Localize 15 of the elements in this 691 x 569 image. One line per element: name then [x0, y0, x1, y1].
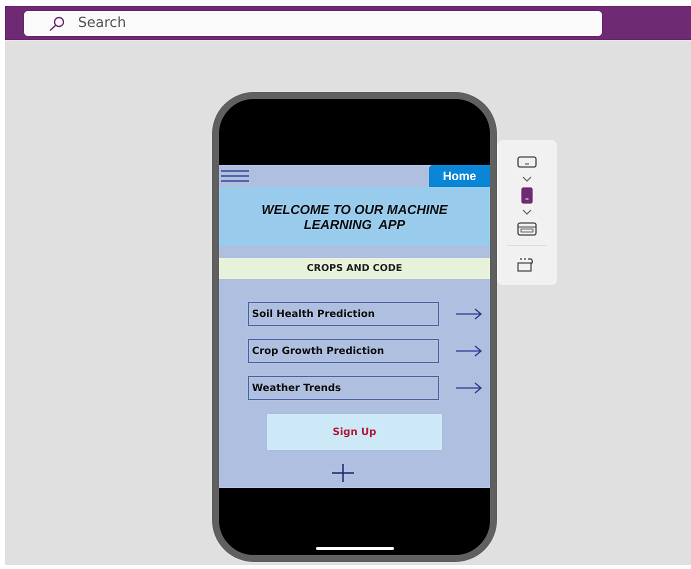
sign-up-button[interactable]: Sign Up: [267, 414, 442, 450]
search-field[interactable]: Search: [24, 10, 602, 36]
chevron-down-icon: [522, 209, 532, 215]
feature-button[interactable]: Soil Health Prediction: [248, 302, 439, 326]
home-button[interactable]: Home: [429, 165, 490, 187]
subtitle: CROPS AND CODE: [306, 263, 402, 274]
chevron-down-icon: [522, 176, 532, 182]
welcome-title: WELCOME TO OUR MACHINE LEARNING APP: [260, 202, 449, 232]
arrow-right-icon[interactable]: [456, 382, 482, 394]
menu-icon[interactable]: [221, 170, 249, 182]
feature-button[interactable]: Crop Growth Prediction: [248, 339, 439, 363]
arrow-right-icon[interactable]: [456, 308, 482, 320]
plus-icon[interactable]: [332, 464, 354, 482]
arrow-right-icon[interactable]: [456, 345, 482, 357]
feature-button[interactable]: Weather Trends: [248, 376, 439, 400]
